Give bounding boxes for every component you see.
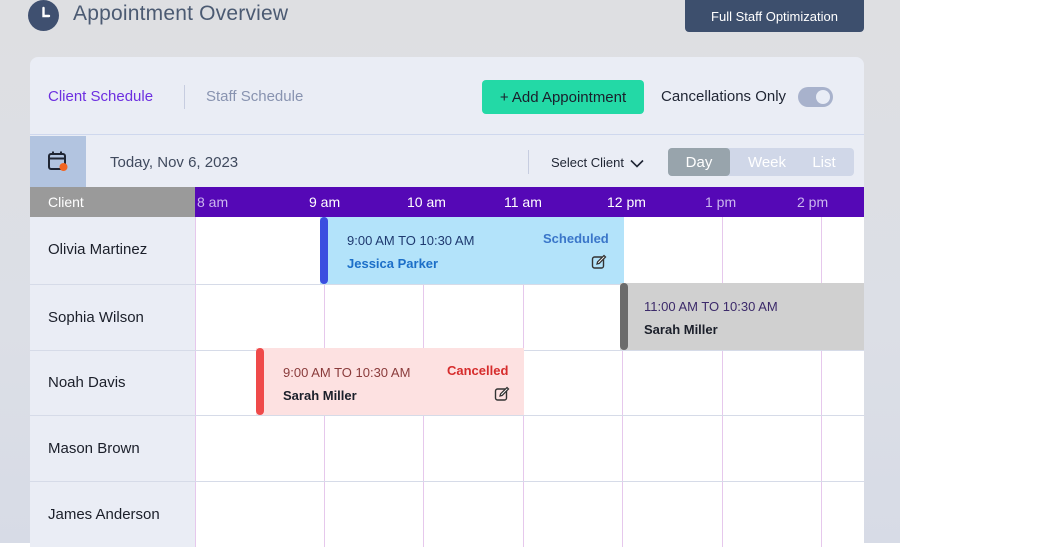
add-appointment-button[interactable]: + Add Appointment bbox=[482, 80, 644, 114]
view-list-button[interactable]: List bbox=[804, 148, 844, 176]
appointment-time: 9:00 AM TO 10:30 AM bbox=[283, 365, 411, 380]
date-divider bbox=[528, 150, 529, 174]
edit-icon[interactable] bbox=[591, 254, 607, 270]
select-client-label: Select Client bbox=[551, 155, 624, 170]
calendar-button[interactable] bbox=[30, 136, 86, 187]
appointment-card[interactable]: 9:00 AM TO 10:30 AM Cancelled Sarah Mill… bbox=[256, 348, 524, 415]
appointment-accent-bar bbox=[320, 217, 328, 284]
calendar-icon bbox=[48, 151, 68, 171]
tab-divider bbox=[184, 85, 185, 109]
hour-label: 11 am bbox=[504, 194, 542, 210]
appointment-staff: Sarah Miller bbox=[644, 322, 718, 337]
appointment-status: Scheduled bbox=[543, 231, 609, 246]
appointment-accent-bar bbox=[256, 348, 264, 415]
tab-staff-schedule[interactable]: Staff Schedule bbox=[206, 88, 303, 105]
hour-label: 8 am bbox=[197, 194, 229, 210]
hour-label: 2 pm bbox=[797, 194, 829, 210]
page-title: Appointment Overview bbox=[73, 2, 289, 25]
client-row-name[interactable]: Olivia Martinez bbox=[48, 241, 147, 258]
appointment-time: 11:00 AM TO 10:30 AM bbox=[644, 299, 778, 314]
select-client-dropdown[interactable]: Select Client bbox=[551, 155, 644, 170]
hour-label: 12 pm bbox=[607, 194, 646, 210]
appointment-accent-bar bbox=[620, 283, 628, 350]
tab-client-schedule[interactable]: Client Schedule bbox=[48, 88, 153, 105]
client-row-name[interactable]: Sophia Wilson bbox=[48, 309, 144, 326]
toggle-knob bbox=[816, 90, 830, 104]
schedule-grid: Olivia Martinez Sophia Wilson Noah Davis… bbox=[30, 217, 864, 547]
full-staff-optimization-button[interactable]: Full Staff Optimization bbox=[685, 0, 864, 32]
grid-line bbox=[195, 217, 196, 547]
client-row-name[interactable]: Noah Davis bbox=[48, 374, 126, 391]
current-date: Today, Nov 6, 2023 bbox=[110, 154, 239, 171]
view-week-button[interactable]: Week bbox=[742, 148, 792, 176]
row-divider bbox=[30, 415, 864, 416]
appointment-staff: Jessica Parker bbox=[347, 256, 439, 271]
appointment-card[interactable]: 9:00 AM TO 10:30 AM Scheduled Jessica Pa… bbox=[320, 217, 624, 284]
grid-line bbox=[722, 217, 723, 547]
schedule-card: Client Schedule Staff Schedule + Add App… bbox=[30, 57, 864, 547]
view-day-button[interactable]: Day bbox=[668, 148, 730, 176]
grid-line bbox=[821, 217, 822, 547]
appointment-time: 9:00 AM TO 10:30 AM bbox=[347, 233, 475, 248]
hour-label: 1 pm bbox=[705, 194, 737, 210]
cancellations-only-label: Cancellations Only bbox=[661, 88, 787, 105]
row-divider bbox=[30, 481, 864, 482]
view-switcher: Day Week List bbox=[668, 148, 854, 176]
client-row-name[interactable]: James Anderson bbox=[48, 506, 160, 523]
chevron-down-icon bbox=[630, 159, 644, 168]
edit-icon[interactable] bbox=[494, 386, 510, 402]
appointment-card[interactable]: 11:00 AM TO 10:30 AM Sarah Miller bbox=[620, 283, 864, 350]
hour-label: 9 am bbox=[309, 194, 341, 210]
client-column-header: Client bbox=[30, 187, 195, 217]
schedule-toolbar: Client Schedule Staff Schedule + Add App… bbox=[30, 57, 864, 135]
date-bar: Today, Nov 6, 2023 Select Client Day Wee… bbox=[30, 136, 864, 187]
client-row-name[interactable]: Mason Brown bbox=[48, 440, 140, 457]
cancellations-only-toggle[interactable] bbox=[798, 87, 833, 107]
timeline-header: Client 8 am 9 am 10 am 11 am 12 pm 1 pm … bbox=[30, 187, 864, 217]
hour-label: 10 am bbox=[407, 194, 446, 210]
appointment-status: Cancelled bbox=[447, 363, 509, 378]
appointment-staff: Sarah Miller bbox=[283, 388, 357, 403]
clock-icon bbox=[28, 0, 59, 31]
